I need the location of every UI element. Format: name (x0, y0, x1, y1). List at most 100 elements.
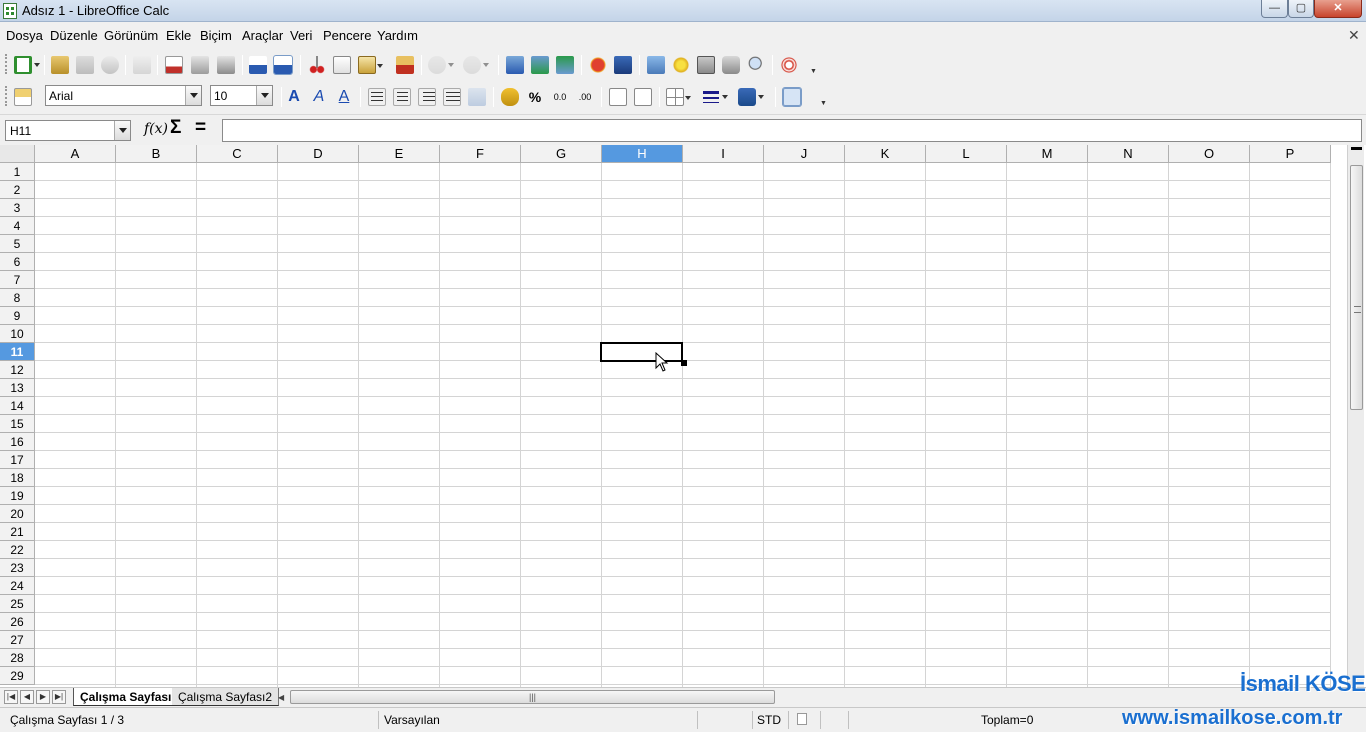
menu-ekle[interactable]: Ekle (166, 28, 191, 43)
menu-veri[interactable]: Veri (290, 28, 312, 43)
insert-chart-icon[interactable] (589, 56, 607, 74)
scroll-left-icon[interactable]: ◀ (278, 693, 284, 702)
row-header-23[interactable]: 23 (0, 559, 35, 577)
bold-icon[interactable]: A (285, 88, 303, 106)
row-header-8[interactable]: 8 (0, 289, 35, 307)
vertical-scroll-thumb[interactable] (1350, 165, 1363, 410)
toolbar-overflow-icon[interactable]: ▼ (810, 68, 818, 76)
standard-format-icon[interactable]: 0.0 (551, 88, 569, 106)
new-document-icon[interactable] (14, 56, 40, 74)
close-window-button[interactable]: ✕ (1314, 0, 1362, 18)
line-style-icon[interactable] (702, 88, 728, 106)
row-header-27[interactable]: 27 (0, 631, 35, 649)
column-header-f[interactable]: F (440, 145, 521, 163)
prev-sheet-icon[interactable]: ◀ (20, 690, 34, 704)
background-color-icon[interactable] (738, 88, 764, 106)
menu-gorunum[interactable]: Görünüm (104, 28, 158, 43)
chevron-down-icon[interactable] (185, 86, 201, 105)
active-cell-h11[interactable] (600, 342, 683, 362)
horizontal-scrollbar[interactable]: ◀ ||| (278, 690, 1338, 705)
find-replace-icon[interactable] (647, 56, 665, 74)
row-header-4[interactable]: 4 (0, 217, 35, 235)
print-icon[interactable] (191, 56, 209, 74)
minimize-button[interactable]: — (1261, 0, 1288, 18)
sum-display[interactable]: Toplam=0 (981, 713, 1033, 727)
row-header-2[interactable]: 2 (0, 181, 35, 199)
currency-icon[interactable] (501, 88, 519, 106)
row-header-28[interactable]: 28 (0, 649, 35, 667)
row-header-17[interactable]: 17 (0, 451, 35, 469)
column-header-i[interactable]: I (683, 145, 764, 163)
menu-araclar[interactable]: Araçlar (242, 28, 283, 43)
column-header-c[interactable]: C (197, 145, 278, 163)
toolbar-grip[interactable] (5, 86, 8, 106)
row-header-3[interactable]: 3 (0, 199, 35, 217)
row-header-21[interactable]: 21 (0, 523, 35, 541)
split-handle[interactable] (1351, 147, 1362, 150)
row-header-19[interactable]: 19 (0, 487, 35, 505)
close-document-icon[interactable]: ✕ (1348, 27, 1360, 44)
data-sources-icon[interactable] (722, 56, 740, 74)
column-header-m[interactable]: M (1007, 145, 1088, 163)
row-header-12[interactable]: 12 (0, 361, 35, 379)
row-header-6[interactable]: 6 (0, 253, 35, 271)
first-sheet-icon[interactable]: |◀ (4, 690, 18, 704)
formula-icon[interactable]: = (195, 117, 206, 139)
menu-pencere[interactable]: Pencere (323, 28, 371, 43)
cell-grid[interactable] (35, 163, 1331, 687)
menu-bicim[interactable]: Biçim (200, 28, 232, 43)
row-header-1[interactable]: 1 (0, 163, 35, 181)
row-header-24[interactable]: 24 (0, 577, 35, 595)
clone-formatting-icon[interactable] (396, 56, 414, 74)
chevron-down-icon[interactable] (256, 86, 272, 105)
row-header-25[interactable]: 25 (0, 595, 35, 613)
zoom-icon[interactable] (748, 56, 766, 74)
column-header-k[interactable]: K (845, 145, 926, 163)
navigator-icon[interactable] (672, 56, 690, 74)
italic-icon[interactable]: A (310, 88, 328, 106)
sheet-tab-1[interactable]: Çalışma Sayfası1 (73, 688, 186, 706)
row-header-22[interactable]: 22 (0, 541, 35, 559)
copy-icon[interactable] (333, 56, 351, 74)
toolbar-grip[interactable] (5, 54, 8, 74)
row-header-5[interactable]: 5 (0, 235, 35, 253)
column-header-j[interactable]: J (764, 145, 845, 163)
horizontal-scroll-thumb[interactable]: ||| (290, 690, 775, 704)
column-header-p[interactable]: P (1250, 145, 1331, 163)
function-wizard-icon[interactable]: f(x) (144, 121, 168, 137)
row-header-10[interactable]: 10 (0, 325, 35, 343)
redo-icon[interactable] (463, 56, 489, 74)
toggle-grid-icon[interactable] (782, 87, 802, 107)
insert-pivot-icon[interactable] (614, 56, 632, 74)
last-sheet-icon[interactable]: ▶| (52, 690, 66, 704)
row-header-9[interactable]: 9 (0, 307, 35, 325)
chevron-down-icon[interactable] (114, 121, 130, 140)
edit-file-icon[interactable] (133, 56, 151, 74)
sum-icon[interactable]: Σ (170, 117, 181, 139)
decimal-icon[interactable]: .00 (576, 88, 594, 106)
email-icon[interactable] (101, 56, 119, 74)
save-icon[interactable] (76, 56, 94, 74)
column-header-h[interactable]: H (602, 145, 683, 163)
merge-cells-icon[interactable] (468, 88, 486, 106)
sort-ascending-icon[interactable] (531, 56, 549, 74)
sheet-tab-2[interactable]: Çalışma Sayfası2 (172, 688, 280, 706)
font-name-combo[interactable]: Arial (45, 85, 202, 106)
underline-icon[interactable]: A (335, 88, 353, 106)
select-all-corner[interactable] (0, 145, 35, 163)
column-header-a[interactable]: A (35, 145, 116, 163)
row-header-15[interactable]: 15 (0, 415, 35, 433)
gallery-icon[interactable] (697, 56, 715, 74)
next-sheet-icon[interactable]: ▶ (36, 690, 50, 704)
align-right-icon[interactable] (418, 88, 436, 106)
toolbar-overflow-icon[interactable]: ▼ (820, 100, 828, 108)
fill-handle[interactable] (681, 360, 687, 366)
row-header-29[interactable]: 29 (0, 667, 35, 685)
borders-icon[interactable] (666, 88, 691, 106)
justify-icon[interactable] (443, 88, 461, 106)
page-style[interactable]: Varsayılan (384, 713, 440, 727)
menu-duzenle[interactable]: Düzenle (50, 28, 98, 43)
font-size-combo[interactable]: 10 (210, 85, 273, 106)
help-icon[interactable] (780, 56, 798, 74)
percent-icon[interactable]: % (526, 88, 544, 106)
